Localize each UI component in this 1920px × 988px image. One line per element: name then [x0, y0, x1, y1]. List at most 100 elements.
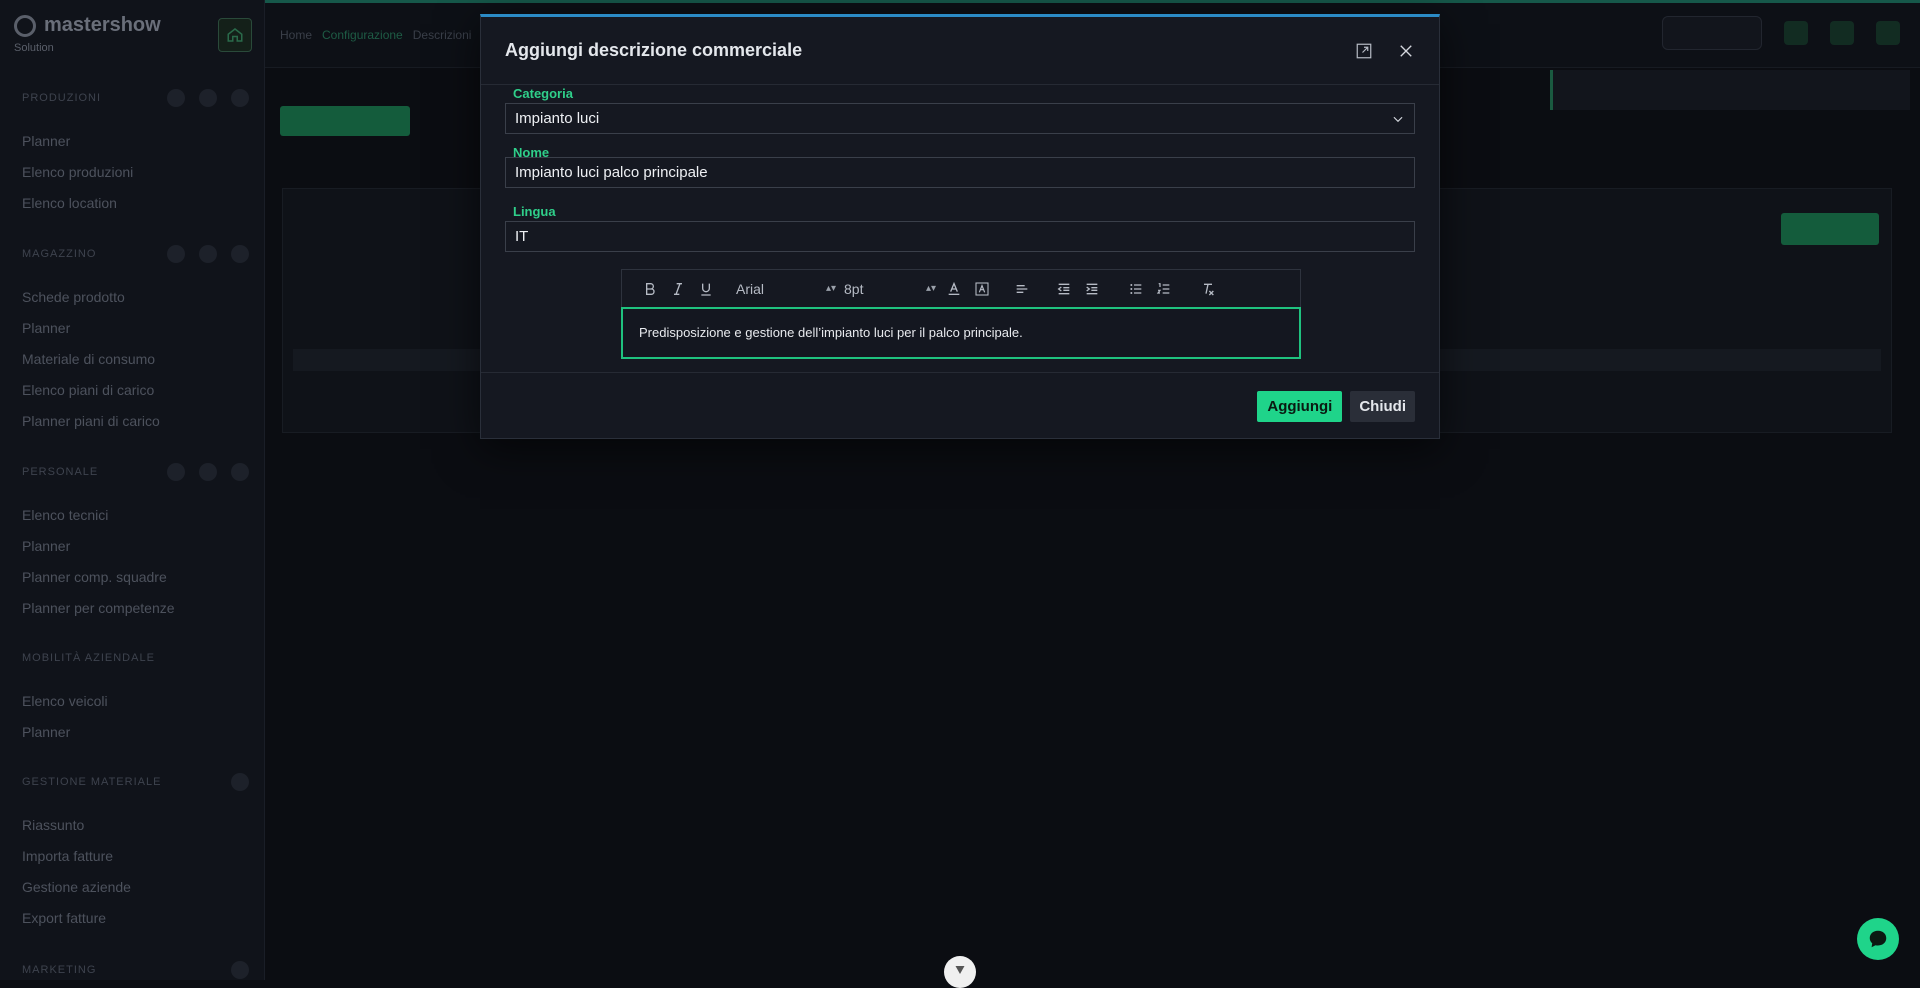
- editor-content-area[interactable]: Predisposizione e gestione dell’impianto…: [621, 307, 1301, 359]
- lingua-value: IT: [515, 228, 529, 245]
- chat-support-button[interactable]: [1857, 918, 1899, 960]
- search-icon[interactable]: [167, 245, 185, 263]
- numbered-list-icon[interactable]: [1150, 277, 1178, 301]
- sidebar-item[interactable]: Planner: [0, 531, 265, 562]
- bottom-drawer-toggle[interactable]: [944, 956, 976, 988]
- close-icon[interactable]: [1397, 42, 1415, 60]
- sidebar-item[interactable]: Schede prodotto: [0, 282, 265, 313]
- font-family-value: Arial: [736, 280, 765, 297]
- sidebar-section-magazzino: Magazzino Schede prodotto Planner Materi…: [0, 244, 265, 437]
- sidebar-item[interactable]: Gestione aziende: [0, 872, 265, 903]
- gear-icon[interactable]: [231, 961, 249, 979]
- add-description-modal: Aggiungi descrizione commerciale Categor…: [480, 14, 1440, 439]
- font-family-select[interactable]: Arial ▴▾: [732, 277, 840, 301]
- choose-category-button[interactable]: [280, 106, 410, 136]
- gear-icon[interactable]: [231, 463, 249, 481]
- section-title: Personale: [22, 466, 99, 478]
- add-button[interactable]: Aggiungi: [1257, 391, 1343, 422]
- categoria-label: Categoria: [513, 86, 573, 101]
- logo: mastershow: [14, 14, 161, 37]
- rich-text-editor: Arial ▴▾ 8pt ▴▾ Predisposizione e gestione…: [621, 269, 1301, 359]
- sidebar-item[interactable]: Elenco piani di carico: [0, 375, 265, 406]
- breadcrumb-item[interactable]: Configurazione: [322, 28, 403, 42]
- section-title: Produzioni: [22, 92, 102, 104]
- app-root: mastershow Solution Produzioni Planner E…: [0, 0, 1920, 988]
- chat-bubble-icon: [1869, 930, 1887, 948]
- indent-icon[interactable]: [1078, 277, 1106, 301]
- underline-icon[interactable]: [692, 277, 720, 301]
- italic-icon[interactable]: [664, 277, 692, 301]
- text-color-icon[interactable]: [940, 277, 968, 301]
- sidebar-item[interactable]: Planner: [0, 717, 265, 748]
- sidebar-item[interactable]: Planner: [0, 313, 265, 344]
- logo-text: mastershow: [44, 14, 161, 36]
- select-arrows-icon: ▴▾: [925, 283, 936, 294]
- modal-header: Aggiungi descrizione commerciale: [481, 17, 1439, 85]
- sidebar-item[interactable]: Elenco location: [0, 188, 265, 219]
- bell-icon[interactable]: [1784, 21, 1808, 45]
- sidebar-item[interactable]: Export fatture: [0, 903, 265, 934]
- bold-icon[interactable]: [636, 277, 664, 301]
- section-title: Gestione materiale: [22, 776, 162, 788]
- search-icon[interactable]: [167, 463, 185, 481]
- editor-toolbar: Arial ▴▾ 8pt ▴▾: [621, 269, 1301, 307]
- section-title: Magazzino: [22, 248, 97, 260]
- categoria-field: Categoria Impianto luci: [505, 85, 1415, 134]
- panel-add-button[interactable]: [1781, 213, 1879, 245]
- nome-field: Nome Impianto luci palco principale: [505, 144, 1415, 188]
- sidebar-item[interactable]: Elenco produzioni: [0, 157, 265, 188]
- sidebar-section-mobilita: Mobilità aziendale Elenco veicoli Planne…: [0, 648, 265, 748]
- chevron-down-icon: [955, 966, 965, 974]
- home-icon: [227, 28, 243, 42]
- edit-icon[interactable]: [199, 463, 217, 481]
- align-left-icon[interactable]: [1008, 277, 1036, 301]
- gear-icon[interactable]: [231, 245, 249, 263]
- breadcrumb-item[interactable]: Home: [280, 28, 312, 42]
- sidebar-item[interactable]: Elenco veicoli: [0, 686, 265, 717]
- chat-icon[interactable]: [1830, 21, 1854, 45]
- categoria-value: Impianto luci: [515, 110, 600, 127]
- sidebar-section-personale: Personale Elenco tecnici Planner Planner…: [0, 462, 265, 624]
- sidebar-item[interactable]: Planner: [0, 126, 265, 157]
- sidebar-section-produzioni: Produzioni Planner Elenco produzioni Ele…: [0, 88, 265, 219]
- bulleted-list-icon[interactable]: [1122, 277, 1150, 301]
- help-button[interactable]: [1662, 16, 1762, 50]
- gear-icon[interactable]: [231, 89, 249, 107]
- font-size-value: 8pt: [844, 280, 864, 297]
- highlight-color-icon[interactable]: [968, 277, 996, 301]
- section-title: Mobilità aziendale: [22, 652, 155, 664]
- sidebar-item[interactable]: Riassunto: [0, 810, 265, 841]
- user-icon[interactable]: [1876, 21, 1900, 45]
- lingua-field: Lingua IT: [505, 203, 1415, 252]
- sidebar-item[interactable]: Materiale di consumo: [0, 344, 265, 375]
- modal-title: Aggiungi descrizione commerciale: [505, 40, 803, 60]
- edit-icon[interactable]: [199, 89, 217, 107]
- topbar-accent-line: [265, 0, 1920, 3]
- sidebar-item[interactable]: Planner comp. squadre: [0, 562, 265, 593]
- sidebar-section-gestione: Gestione materiale Riassunto Importa fat…: [0, 772, 265, 934]
- breadcrumb-item: Descrizioni: [412, 28, 472, 42]
- clear-formatting-icon[interactable]: [1194, 277, 1222, 301]
- categoria-select[interactable]: Impianto luci: [505, 103, 1415, 134]
- lingua-label: Lingua: [513, 204, 556, 219]
- chevron-down-icon: [1393, 116, 1403, 122]
- sidebar-item[interactable]: Planner per competenze: [0, 593, 265, 624]
- search-icon[interactable]: [167, 89, 185, 107]
- font-size-select[interactable]: 8pt ▴▾: [840, 277, 940, 301]
- sidebar-item[interactable]: Elenco tecnici: [0, 500, 265, 531]
- gear-icon[interactable]: [231, 773, 249, 791]
- expand-icon[interactable]: [1355, 42, 1373, 60]
- select-arrows-icon: ▴▾: [825, 283, 836, 294]
- editor-content: Predisposizione e gestione dell’impianto…: [639, 325, 1023, 340]
- sidebar-item[interactable]: Importa fatture: [0, 841, 265, 872]
- section-title: Marketing: [22, 964, 97, 976]
- sidebar-item[interactable]: Planner piani di carico: [0, 406, 265, 437]
- sidebar: mastershow Solution Produzioni Planner E…: [0, 0, 265, 980]
- outdent-icon[interactable]: [1050, 277, 1078, 301]
- edit-icon[interactable]: [199, 245, 217, 263]
- home-button[interactable]: [218, 18, 252, 52]
- sidebar-section-marketing: Marketing: [0, 960, 265, 980]
- nome-input[interactable]: Impianto luci palco principale: [505, 157, 1415, 188]
- close-button[interactable]: Chiudi: [1350, 391, 1415, 422]
- lingua-input[interactable]: IT: [505, 221, 1415, 252]
